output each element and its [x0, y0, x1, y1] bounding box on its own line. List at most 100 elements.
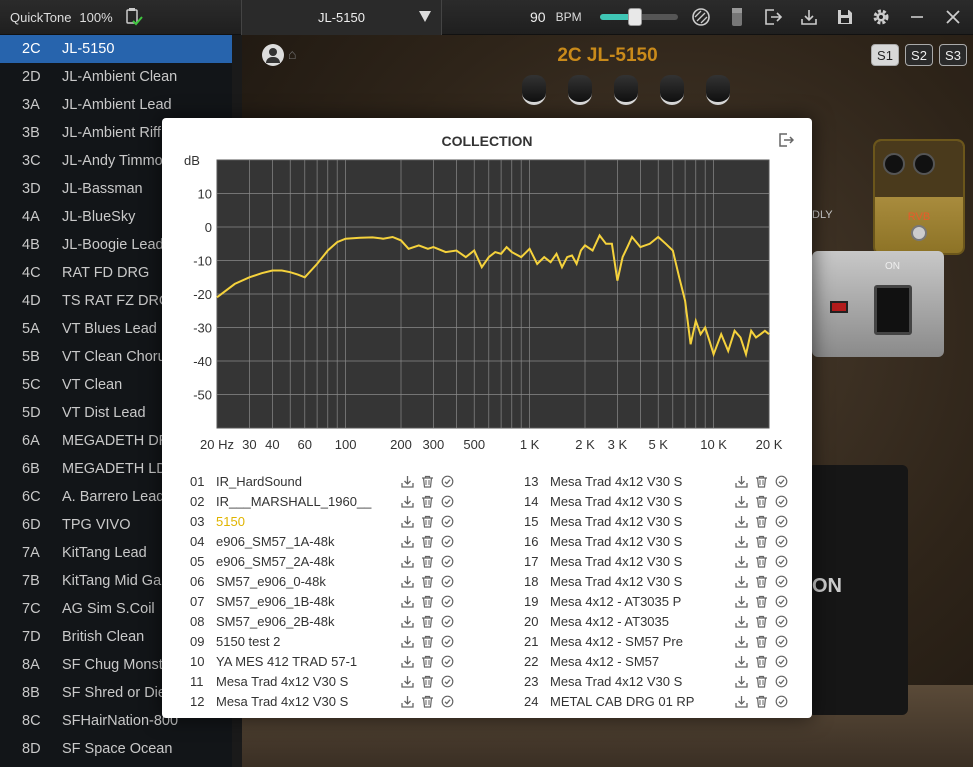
- volume-slider-knob[interactable]: [628, 8, 643, 26]
- download-icon[interactable]: [734, 674, 748, 688]
- trash-icon[interactable]: [754, 554, 768, 568]
- download-icon[interactable]: [400, 474, 414, 488]
- check-circle-icon[interactable]: [774, 614, 788, 628]
- check-circle-icon[interactable]: [774, 694, 788, 708]
- check-circle-icon[interactable]: [774, 534, 788, 548]
- export-icon[interactable]: [760, 4, 786, 30]
- download-icon[interactable]: [400, 494, 414, 508]
- ir-list-item[interactable]: 21 Mesa 4x12 - SM57 Pre: [524, 631, 824, 651]
- sidebar-item[interactable]: 2C JL-5150: [0, 35, 232, 63]
- download-icon[interactable]: [734, 634, 748, 648]
- pedal-knob-mix[interactable]: [883, 153, 905, 175]
- bpm-value[interactable]: 90: [530, 9, 546, 25]
- ir-list-item[interactable]: 20 Mesa 4x12 - AT3035: [524, 611, 824, 631]
- download-icon[interactable]: [400, 554, 414, 568]
- minimize-icon[interactable]: [904, 4, 930, 30]
- sidebar-item[interactable]: 8D SF Space Ocean: [0, 735, 232, 763]
- trash-icon[interactable]: [754, 594, 768, 608]
- trash-icon[interactable]: [754, 494, 768, 508]
- ir-list-item[interactable]: 19 Mesa 4x12 - AT3035 P: [524, 591, 824, 611]
- download-icon[interactable]: [400, 594, 414, 608]
- bottle-icon[interactable]: [724, 4, 750, 30]
- ir-list-item[interactable]: 18 Mesa Trad 4x12 V30 S: [524, 571, 824, 591]
- download-icon[interactable]: [400, 674, 414, 688]
- trash-icon[interactable]: [420, 594, 434, 608]
- scene-button-s2[interactable]: S2: [905, 44, 933, 66]
- download-icon[interactable]: [400, 514, 414, 528]
- trash-icon[interactable]: [420, 554, 434, 568]
- trash-icon[interactable]: [420, 654, 434, 668]
- check-circle-icon[interactable]: [774, 654, 788, 668]
- check-circle-icon[interactable]: [774, 474, 788, 488]
- ir-list-item[interactable]: 16 Mesa Trad 4x12 V30 S: [524, 531, 824, 551]
- check-circle-icon[interactable]: [774, 674, 788, 688]
- trash-icon[interactable]: [420, 494, 434, 508]
- check-circle-icon[interactable]: [440, 654, 454, 668]
- download-icon[interactable]: [734, 594, 748, 608]
- check-circle-icon[interactable]: [440, 614, 454, 628]
- download-icon[interactable]: [400, 694, 414, 708]
- preset-dropdown[interactable]: JL-5150: [242, 0, 442, 35]
- ir-list-item[interactable]: 03 5150: [190, 511, 490, 531]
- ir-list-item[interactable]: 04 e906_SM57_1A-48k: [190, 531, 490, 551]
- ir-list-item[interactable]: 23 Mesa Trad 4x12 V30 S: [524, 671, 824, 691]
- trash-icon[interactable]: [754, 674, 768, 688]
- ir-list-item[interactable]: 07 SM57_e906_1B-48k: [190, 591, 490, 611]
- ir-list-item[interactable]: 08 SM57_e906_2B-48k: [190, 611, 490, 631]
- scene-button-s3[interactable]: S3: [939, 44, 967, 66]
- ir-list-item[interactable]: 05 e906_SM57_2A-48k: [190, 551, 490, 571]
- sidebar-item[interactable]: 3A JL-Ambient Lead: [0, 91, 232, 119]
- trash-icon[interactable]: [420, 694, 434, 708]
- ir-list-item[interactable]: 24 METAL CAB DRG 01 RP: [524, 691, 824, 711]
- check-circle-icon[interactable]: [774, 554, 788, 568]
- download-icon[interactable]: [400, 534, 414, 548]
- ir-list-item[interactable]: 10 YA MES 412 TRAD 57-1: [190, 651, 490, 671]
- close-icon[interactable]: [940, 4, 966, 30]
- zoom-level[interactable]: 100%: [79, 10, 112, 25]
- ir-list-item[interactable]: 22 Mesa 4x12 - SM57: [524, 651, 824, 671]
- download-icon[interactable]: [400, 634, 414, 648]
- reverb-pedal[interactable]: RVB: [873, 139, 965, 255]
- trash-icon[interactable]: [754, 634, 768, 648]
- download-icon[interactable]: [400, 614, 414, 628]
- download-icon[interactable]: [734, 514, 748, 528]
- download-icon[interactable]: [734, 654, 748, 668]
- trash-icon[interactable]: [754, 694, 768, 708]
- download-icon[interactable]: [734, 554, 748, 568]
- check-circle-icon[interactable]: [440, 574, 454, 588]
- check-circle-icon[interactable]: [440, 674, 454, 688]
- trash-icon[interactable]: [754, 614, 768, 628]
- check-circle-icon[interactable]: [440, 474, 454, 488]
- check-circle-icon[interactable]: [774, 514, 788, 528]
- volume-slider[interactable]: [599, 8, 678, 26]
- check-circle-icon[interactable]: [440, 514, 454, 528]
- trash-icon[interactable]: [420, 474, 434, 488]
- trash-icon[interactable]: [420, 514, 434, 528]
- pedal-knob-level[interactable]: [913, 153, 935, 175]
- trash-icon[interactable]: [420, 634, 434, 648]
- ir-list-item[interactable]: 13 Mesa Trad 4x12 V30 S: [524, 471, 824, 491]
- gear-icon[interactable]: [868, 4, 894, 30]
- ir-list-item[interactable]: 11 Mesa Trad 4x12 V30 S: [190, 671, 490, 691]
- amp-power-switch[interactable]: [874, 285, 912, 335]
- sidebar-item[interactable]: 2D JL-Ambient Clean: [0, 63, 232, 91]
- check-circle-icon[interactable]: [440, 594, 454, 608]
- ir-list-item[interactable]: 02 IR___MARSHALL_1960__: [190, 491, 490, 511]
- check-circle-icon[interactable]: [774, 634, 788, 648]
- trash-icon[interactable]: [754, 474, 768, 488]
- download-icon[interactable]: [734, 614, 748, 628]
- ir-list-item[interactable]: 14 Mesa Trad 4x12 V30 S: [524, 491, 824, 511]
- check-circle-icon[interactable]: [774, 494, 788, 508]
- download-icon[interactable]: [400, 654, 414, 668]
- download-icon[interactable]: [734, 474, 748, 488]
- trash-icon[interactable]: [420, 674, 434, 688]
- ir-list-item[interactable]: 01 IR_HardSound: [190, 471, 490, 491]
- check-circle-icon[interactable]: [440, 534, 454, 548]
- download-icon[interactable]: [734, 494, 748, 508]
- download-icon[interactable]: [734, 534, 748, 548]
- download-icon[interactable]: [796, 4, 822, 30]
- trash-icon[interactable]: [420, 534, 434, 548]
- ir-list-item[interactable]: 17 Mesa Trad 4x12 V30 S: [524, 551, 824, 571]
- trash-icon[interactable]: [420, 574, 434, 588]
- trash-icon[interactable]: [754, 514, 768, 528]
